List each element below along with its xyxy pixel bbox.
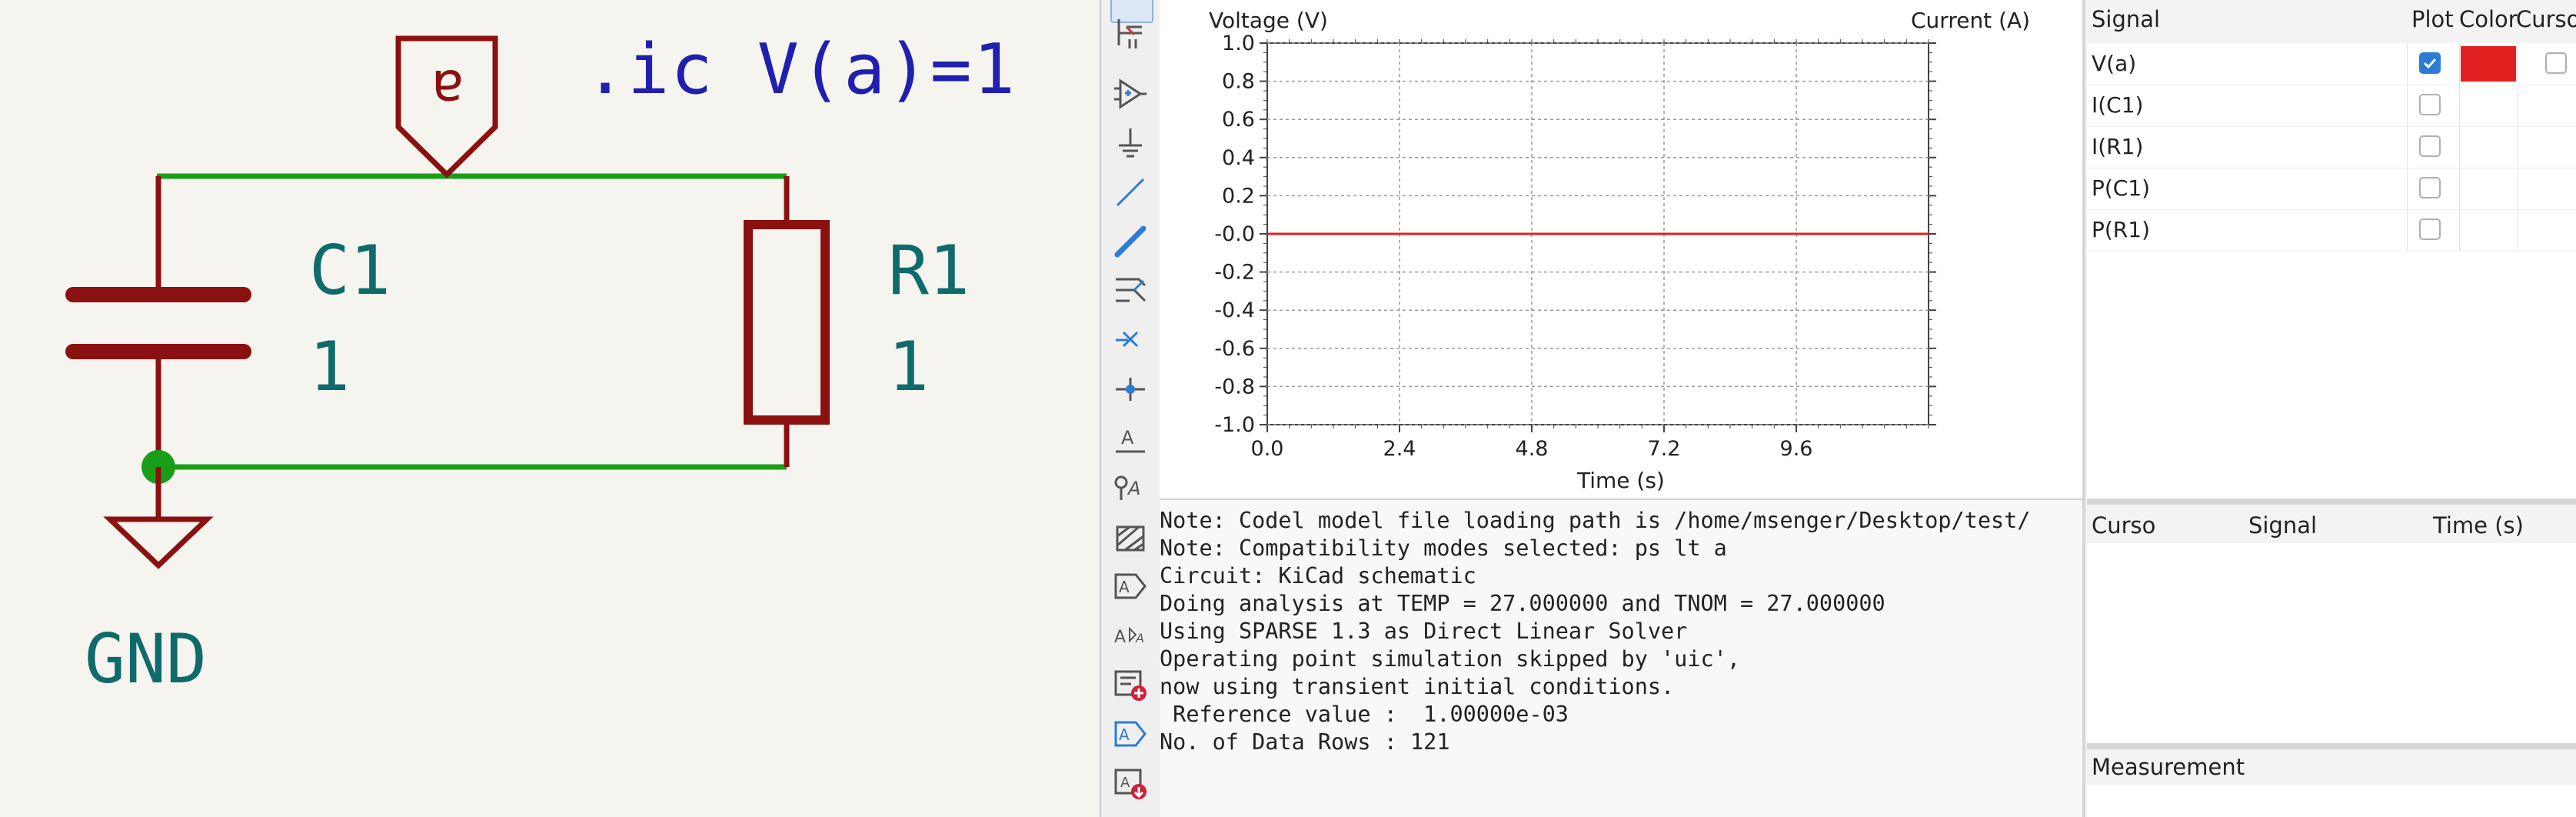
hier-label-icon[interactable]: A: [1110, 566, 1150, 606]
x-tick-label: 9.6: [1780, 437, 1813, 461]
schematic-canvas[interactable]: .ic V(a)=1 a C1 1 R1 1 GND: [0, 0, 1100, 817]
no-connect-icon[interactable]: [1110, 320, 1150, 360]
signal-row[interactable]: I(R1): [2087, 126, 2576, 168]
signal-name: I(R1): [2092, 134, 2144, 159]
y-tick-label: -0.0: [1214, 222, 1255, 246]
console-line: now using transient initial conditions.: [1160, 674, 1675, 699]
y-tick-label: 0.2: [1222, 184, 1255, 208]
svg-text:A: A: [1119, 725, 1130, 744]
y-tick-label: -1.0: [1214, 413, 1255, 437]
junction-icon[interactable]: [1110, 369, 1150, 409]
signal-name: I(C1): [2092, 92, 2144, 118]
capacitor-c1-symbol: [65, 176, 251, 467]
x-tick-label: 4.8: [1516, 437, 1549, 461]
y-tick-label: -0.2: [1214, 261, 1255, 285]
y-tick-label: 0.8: [1222, 70, 1255, 94]
y-tick-label: -0.6: [1214, 337, 1255, 361]
signal-name: P(C1): [2092, 175, 2151, 201]
plot-column-header[interactable]: Plot: [2411, 6, 2454, 32]
cursors-panel: Curso Signal Time (s): [2087, 505, 2576, 749]
console-line: No. of Data Rows : 121: [1160, 729, 1450, 755]
svg-text:A: A: [1121, 427, 1134, 449]
console-line: Circuit: KiCad schematic: [1160, 563, 1476, 589]
signal-color-swatch[interactable]: [2461, 46, 2516, 82]
net-label-icon[interactable]: A: [1110, 419, 1150, 459]
svg-text:A: A: [1135, 631, 1144, 645]
y-tick-label: 1.0: [1222, 32, 1255, 55]
signals-panel: Signal Plot Color Curso V(a) I(C1) I(R1)…: [2087, 0, 2576, 505]
cursor-column-header[interactable]: Curso: [2092, 512, 2155, 539]
color-column-header[interactable]: Color: [2459, 6, 2518, 32]
console-lines: Note: Codel model file loading path is /…: [1160, 507, 2030, 756]
measurements-panel: Measurement: [2087, 749, 2576, 817]
plot-checkbox[interactable]: [2419, 52, 2441, 74]
console-line: Operating point simulation skipped by 'u…: [1160, 646, 1740, 672]
export-icon[interactable]: A: [1110, 763, 1150, 803]
signal-row[interactable]: V(a): [2087, 43, 2576, 85]
svg-text:A: A: [1119, 578, 1130, 596]
x-tick-label: 7.2: [1648, 437, 1681, 461]
signal-row[interactable]: P(C1): [2087, 168, 2576, 210]
ground-label[interactable]: GND: [85, 619, 207, 699]
svg-text:A: A: [1120, 775, 1130, 791]
bus-entry-icon[interactable]: [1110, 14, 1150, 54]
console-line: Using SPARSE 1.3 as Direct Linear Solver: [1160, 619, 1688, 644]
x-tick-label: 2.4: [1383, 437, 1416, 461]
schematic-toolbar: A A A AA A A: [1100, 0, 1161, 817]
plot-checkbox[interactable]: [2419, 218, 2441, 240]
plot-checkbox[interactable]: [2419, 135, 2441, 157]
ground-symbol: [103, 467, 214, 569]
y-tick-label: 0.4: [1222, 146, 1255, 170]
svg-text:A: A: [1127, 478, 1140, 499]
plot-checkbox[interactable]: [2419, 177, 2441, 198]
signal-column-header[interactable]: Signal: [2248, 512, 2317, 539]
y-tick-label: -0.8: [1214, 375, 1255, 398]
signal-name: P(R1): [2092, 217, 2151, 242]
capacitor-reference[interactable]: C1: [309, 231, 391, 310]
global-label-icon[interactable]: A: [1110, 468, 1150, 508]
text-icon[interactable]: A: [1110, 714, 1150, 754]
add-symbol-icon[interactable]: [1110, 74, 1150, 114]
signal-row[interactable]: I(C1): [2087, 85, 2576, 127]
plot-panel[interactable]: Voltage (V) Current (A) Time (s) 1.0 0.8 0…: [1160, 0, 2085, 500]
plot-checkbox[interactable]: [2419, 94, 2441, 115]
console-line: Note: Codel model file loading path is /…: [1160, 508, 2031, 533]
ic-directive-text[interactable]: .ic V(a)=1: [584, 29, 1017, 110]
signal-column-header[interactable]: Signal: [2092, 6, 2160, 32]
y-tick-label: 0.6: [1222, 108, 1255, 132]
console-line: Reference value : 1.00000e-03: [1160, 702, 1569, 727]
simulation-console[interactable]: Note: Codel model file loading path is /…: [1160, 500, 2085, 817]
add-power-icon[interactable]: [1110, 123, 1150, 163]
cursor-checkbox[interactable]: [2545, 52, 2567, 74]
resistor-reference[interactable]: R1: [888, 231, 970, 310]
capacitor-value[interactable]: 1: [309, 327, 350, 406]
y-tick-label: -0.4: [1214, 298, 1255, 322]
cursor-column-header[interactable]: Curso: [2516, 6, 2576, 32]
bus-entry-line-icon[interactable]: [1110, 271, 1150, 311]
net-label-text[interactable]: a: [424, 58, 471, 121]
signal-name: V(a): [2092, 51, 2137, 76]
draw-bus-icon[interactable]: [1110, 222, 1150, 262]
sheet-pin-icon[interactable]: AA: [1110, 615, 1150, 655]
import-sheet-icon[interactable]: [1110, 665, 1150, 705]
time-column-header[interactable]: Time (s): [2433, 512, 2524, 539]
draw-wire-icon[interactable]: [1110, 172, 1150, 212]
hier-sheet-icon[interactable]: [1110, 517, 1150, 557]
console-line: Doing analysis at TEMP = 27.000000 and T…: [1160, 591, 1885, 616]
console-line: Note: Compatibility modes selected: ps l…: [1160, 535, 1727, 561]
signal-row[interactable]: P(R1): [2087, 209, 2576, 252]
resistor-value[interactable]: 1: [888, 327, 929, 406]
x-tick-label: 0.0: [1251, 437, 1284, 461]
transient-plot[interactable]: 1.0 0.8 0.6 0.4 0.2 -0.0 -0.2 -0.4 -0.6 -0.8 -1.00…: [1160, 0, 2082, 499]
resistor-r1-symbol: [744, 176, 830, 467]
svg-text:A: A: [1114, 628, 1126, 647]
measurement-column-header[interactable]: Measurement: [2092, 754, 2245, 780]
